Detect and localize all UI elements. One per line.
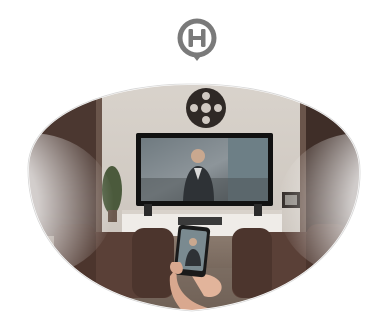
h-location-pin-icon bbox=[177, 18, 217, 61]
television bbox=[136, 133, 273, 206]
illustration-stage: H bbox=[0, 0, 383, 318]
wall-reel-decoration bbox=[186, 88, 226, 128]
illustration-svg bbox=[26, 18, 362, 313]
